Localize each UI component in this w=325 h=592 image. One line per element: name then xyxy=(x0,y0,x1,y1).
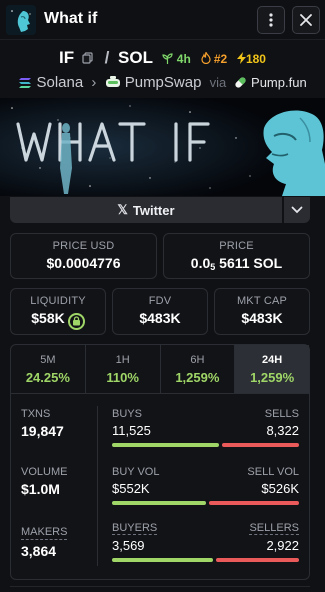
pair-row: IF / SOL 4h #2 180 xyxy=(0,48,325,69)
makers-stat: MAKERS 3,864 xyxy=(21,522,68,559)
trending-rank-badge[interactable]: #2 xyxy=(200,50,228,66)
volume-split: BUY VOL SELL VOL $552K $526K xyxy=(112,466,299,505)
x-twitter-icon: 𝕏 xyxy=(117,202,128,217)
dex-name: PumpSwap xyxy=(124,74,202,91)
buys-sells-bar xyxy=(112,443,299,447)
tab-label: 24H xyxy=(262,354,283,366)
solana-icon xyxy=(19,78,32,88)
tab-1h[interactable]: 1H 110% xyxy=(86,345,161,393)
price-usd-label: PRICE USD xyxy=(52,240,115,252)
price-sol-label: PRICE xyxy=(219,240,254,252)
txns-value: 19,847 xyxy=(21,423,64,439)
buyers-value: 3,569 xyxy=(112,538,145,553)
seedling-icon xyxy=(162,53,174,64)
txns-stat: TXNS 19,847 xyxy=(21,408,64,439)
mkt-cap-value: $483K xyxy=(241,310,283,326)
fdv-card: FDV $483K xyxy=(112,288,208,335)
base-symbol: IF xyxy=(59,48,75,67)
dex-row: Solana › PumpSwap via Pump.fun xyxy=(0,74,325,91)
txns-label: TXNS xyxy=(21,408,51,420)
panel-divider xyxy=(97,406,98,566)
sellers-label: SELLERS xyxy=(249,522,299,535)
boost-badge[interactable]: 180 xyxy=(236,52,266,66)
liquidity-value: $58K xyxy=(31,310,65,326)
volume-value: $1.0M xyxy=(21,481,60,497)
close-icon xyxy=(300,14,312,26)
launchpad-name: Pump.fun xyxy=(251,75,307,90)
liquidity-label: LIQUIDITY xyxy=(30,295,86,307)
token-avatar xyxy=(6,5,36,35)
fdv-value: $483K xyxy=(139,310,181,326)
price-sol-card: PRICE 0.05 5611 SOL xyxy=(163,233,310,279)
flame-icon xyxy=(200,50,211,65)
chevron-down-icon xyxy=(291,206,303,214)
buys-label: BUYS xyxy=(112,408,142,420)
price-change-value: 1,259% xyxy=(175,370,220,385)
tab-24h[interactable]: 24H 1,259% xyxy=(235,345,309,393)
tab-5m[interactable]: 5M 24.25% xyxy=(11,345,86,393)
pair-age-value: 4h xyxy=(176,52,191,66)
mkt-cap-label: MKT CAP xyxy=(236,295,288,307)
fdv-label: FDV xyxy=(148,295,172,307)
price-sol-value: 0.05 5611 SOL xyxy=(190,255,283,272)
quote-symbol: SOL xyxy=(118,48,153,67)
buy-sell-volume-bar xyxy=(112,501,299,505)
price-usd-card: PRICE USD $0.0004776 xyxy=(10,233,157,279)
sells-value: 8,322 xyxy=(266,423,299,438)
boost-count: 180 xyxy=(245,52,266,66)
buy-vol-label: BUY VOL xyxy=(112,466,160,478)
tab-label: 1H xyxy=(115,354,130,366)
tab-label: 5M xyxy=(40,354,56,366)
buy-vol-value: $552K xyxy=(112,481,150,496)
buys-sells-split: BUYS SELLS 11,525 8,322 xyxy=(112,408,299,447)
tab-label: 6H xyxy=(190,354,205,366)
volume-label: VOLUME xyxy=(21,466,68,478)
price-change-value: 110% xyxy=(106,370,139,385)
makers-value: 3,864 xyxy=(21,543,57,559)
dex-link[interactable]: PumpSwap xyxy=(105,74,206,91)
trending-rank-value: #2 xyxy=(213,52,228,66)
price-change-value: 1,259% xyxy=(250,370,295,385)
copy-address-icon[interactable] xyxy=(82,49,93,69)
chain-link[interactable]: Solana xyxy=(18,74,87,91)
buyers-label: BUYERS xyxy=(112,522,158,535)
panel-bottom-edge xyxy=(10,586,310,592)
lightning-icon xyxy=(236,52,246,64)
chain-name: Solana xyxy=(36,74,84,91)
liquidity-lock-icon[interactable] xyxy=(67,312,85,330)
pair-age-badge: 4h xyxy=(162,52,191,66)
price-usd-value: $0.0004776 xyxy=(46,255,121,271)
launchpad-link[interactable]: Pump.fun xyxy=(234,75,307,90)
page-title: What if xyxy=(44,10,98,27)
transactions-panel: TXNS 19,847 VOLUME $1.0M MAKERS 3,864 BU… xyxy=(10,394,310,580)
kebab-menu-icon xyxy=(269,13,273,27)
via-label: via xyxy=(209,75,227,90)
sell-vol-value: $526K xyxy=(261,481,299,496)
more-options-button[interactable] xyxy=(257,6,285,34)
socials-dropdown-toggle[interactable] xyxy=(284,197,310,223)
pair-separator: / xyxy=(104,48,110,67)
twitter-link-button[interactable]: 𝕏 Twitter xyxy=(10,197,282,223)
timeframe-tabs: 5M 24.25% 1H 110% 6H 1,259% 24H 1,259% xyxy=(10,344,310,394)
tab-6h[interactable]: 6H 1,259% xyxy=(161,345,236,393)
close-button[interactable] xyxy=(292,6,320,34)
makers-label: MAKERS xyxy=(21,526,68,540)
pill-icon xyxy=(235,77,247,88)
twitter-label: Twitter xyxy=(132,202,175,218)
buys-value: 11,525 xyxy=(112,423,151,438)
pumpswap-icon xyxy=(105,76,120,87)
sellers-value: 2,922 xyxy=(266,538,299,553)
header-bar: What if xyxy=(0,0,325,40)
sells-label: SELLS xyxy=(264,408,299,420)
sell-vol-label: SELL VOL xyxy=(247,466,299,478)
token-banner-image xyxy=(0,98,325,196)
mkt-cap-card: MKT CAP $483K xyxy=(214,288,310,335)
liquidity-card: LIQUIDITY $58K xyxy=(10,288,106,335)
volume-stat: VOLUME $1.0M xyxy=(21,466,67,497)
chevron-right-icon: › xyxy=(91,74,97,91)
price-change-value: 24.25% xyxy=(25,370,70,385)
buyers-sellers-split: BUYERS SELLERS 3,569 2,922 xyxy=(112,522,299,562)
buyers-sellers-bar xyxy=(112,558,299,562)
